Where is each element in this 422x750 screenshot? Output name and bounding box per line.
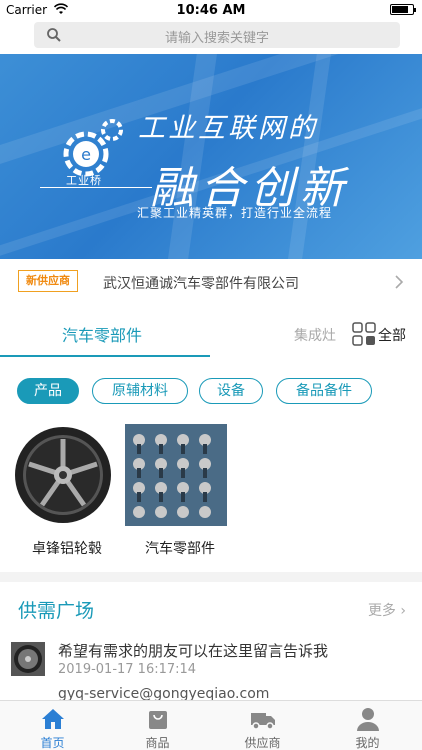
filter-chips: 产品 原辅材料 设备 备品备件 xyxy=(0,378,422,408)
supply-demand-title: 供需广场 xyxy=(18,600,95,622)
ticker-text: 武汉恒通诚汽车零部件有限公司 xyxy=(103,276,299,292)
product-name: 卓锋铝轮毂 xyxy=(32,541,102,557)
logo-underline xyxy=(40,187,152,188)
supply-demand-item[interactable]: 希望有需求的朋友可以在这里留言告诉我 2019-01-17 16:17:14 g… xyxy=(0,638,422,702)
wheel-thumbnail xyxy=(11,642,45,676)
person-icon xyxy=(357,708,379,731)
item-timestamp: 2019-01-17 16:17:14 xyxy=(58,662,197,677)
wheel-image xyxy=(12,424,114,526)
svg-text:e: e xyxy=(81,145,91,164)
promo-banner[interactable]: e 工业桥 工业互联网的 融合创新 汇聚工业精英群，打造行业全流程 xyxy=(0,54,422,259)
all-categories-label[interactable]: 全部 xyxy=(378,325,406,345)
tab-suppliers[interactable]: 供应商 xyxy=(210,701,315,750)
tab-underline xyxy=(0,355,210,357)
tab-me[interactable]: 我的 xyxy=(315,701,420,750)
logo-text: 工业桥 xyxy=(66,174,102,187)
status-bar: Carrier 10:46 AM xyxy=(0,0,422,20)
tab-products[interactable]: 商品 xyxy=(105,701,210,750)
banner-subtitle: 汇聚工业精英群，打造行业全流程 xyxy=(137,206,333,220)
supply-demand-header: 供需广场 更多 › xyxy=(0,592,422,628)
chip-products[interactable]: 产品 xyxy=(17,378,79,404)
product-name: 汽车零部件 xyxy=(145,541,215,557)
battery-icon xyxy=(390,4,416,15)
chip-raw-materials[interactable]: 原辅材料 xyxy=(92,378,188,404)
grid-icon[interactable] xyxy=(352,322,376,346)
product-card[interactable]: 卓锋铝轮毂 xyxy=(12,424,122,558)
search-input[interactable]: 请输入搜索关键字 xyxy=(34,22,400,48)
search-placeholder: 请输入搜索关键字 xyxy=(164,31,269,46)
truck-icon xyxy=(251,713,275,730)
more-link[interactable]: 更多 › xyxy=(368,600,406,620)
new-supplier-badge: 新供应商 xyxy=(18,270,78,292)
bottom-tab-bar: 首页 商品 供应商 我的 xyxy=(0,700,422,750)
tab-home[interactable]: 首页 xyxy=(0,701,105,750)
product-list: 卓锋铝轮毂 汽车零部件 xyxy=(0,424,422,564)
bag-icon xyxy=(149,711,167,729)
chip-equipment[interactable]: 设备 xyxy=(199,378,263,404)
clock: 10:46 AM xyxy=(176,3,246,18)
parts-image xyxy=(125,424,227,526)
banner-headline: 工业互联网的 xyxy=(138,113,318,144)
tab-auto-parts[interactable]: 汽车零部件 xyxy=(62,322,142,346)
news-ticker[interactable]: 新供应商 武汉恒通诚汽车零部件有限公司 xyxy=(0,262,422,302)
product-card[interactable]: 汽车零部件 xyxy=(125,424,235,558)
item-message: 希望有需求的朋友可以在这里留言告诉我 xyxy=(58,642,329,660)
section-divider xyxy=(0,572,422,582)
category-tabs: 汽车零部件 集成灶 全部 xyxy=(0,310,422,360)
chevron-right-icon xyxy=(395,275,404,289)
search-bar: 请输入搜索关键字 xyxy=(0,20,422,54)
chip-spare-parts[interactable]: 备品备件 xyxy=(276,378,372,404)
tab-integrated-stove[interactable]: 集成灶 xyxy=(294,325,336,345)
home-icon xyxy=(42,709,64,729)
